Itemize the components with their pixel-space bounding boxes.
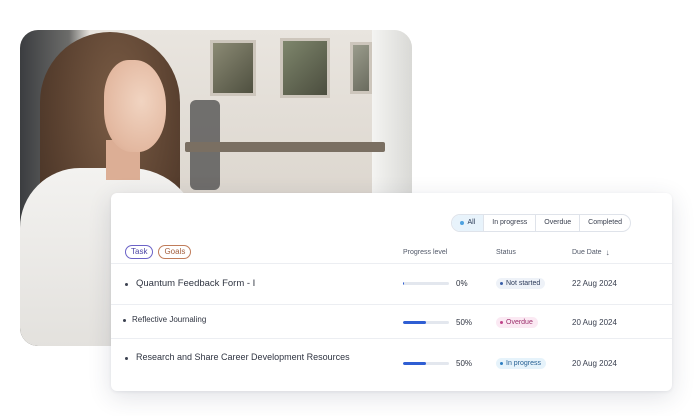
task-chip[interactable]: Task [125,245,154,259]
progress-bar-fill [403,282,405,285]
status-badge: Not started [496,278,546,289]
status-filter-tabs: All In progress Overdue Completed [451,214,631,232]
table-row[interactable]: Quantum Feedback Form - I 0% Not started… [111,264,672,304]
filter-tab-in-progress[interactable]: In progress [483,215,535,231]
filter-tab-label: Completed [588,219,622,226]
row-title: Quantum Feedback Form - I [136,278,256,289]
dot-icon [460,221,465,225]
column-header-progress: Progress level [403,249,448,256]
status-badge: Overdue [496,317,538,328]
row-title: Reflective Journaling [132,315,207,324]
progress-bar-fill [403,321,426,324]
type-chips: Task Goals [125,245,192,259]
photo-frame [210,40,256,96]
bullet-icon [125,357,128,360]
filter-tab-label: All [467,219,476,226]
task-card: All In progress Overdue Completed Task G… [111,193,672,391]
column-header-label: Due Date [572,249,602,256]
dot-icon [500,282,503,285]
table-row[interactable]: Reflective Journaling 50% Overdue 20 Aug… [111,305,672,338]
column-header-due-date[interactable]: Due Date ↓ [572,248,610,257]
filter-tab-overdue[interactable]: Overdue [535,215,579,231]
progress-percent: 50% [456,359,473,368]
status-badge-label: Not started [506,280,541,287]
photo-person-face [104,60,166,152]
filter-tab-label: Overdue [544,219,572,226]
dot-icon [500,321,503,324]
photo-frame [280,38,330,98]
bullet-icon [123,319,126,322]
photo-table [185,142,385,152]
column-header-status: Status [496,249,516,256]
status-badge-label: Overdue [506,319,533,326]
goals-chip[interactable]: Goals [158,245,192,259]
table-row[interactable]: Research and Share Career Development Re… [111,339,672,379]
progress-bar-fill [403,362,426,365]
progress-bar [403,362,449,365]
arrow-down-icon: ↓ [605,248,610,257]
status-badge: In progress [496,358,547,369]
dot-icon [500,362,503,365]
due-date: 22 Aug 2024 [572,279,617,288]
photo-frame [350,42,372,94]
filter-tab-label: In progress [492,219,528,226]
bullet-icon [125,283,128,286]
progress-percent: 0% [456,279,468,288]
row-title: Research and Share Career Development Re… [136,352,350,362]
due-date: 20 Aug 2024 [572,318,617,327]
filter-tab-all[interactable]: All [452,215,484,231]
filter-tab-completed[interactable]: Completed [579,215,630,231]
progress-percent: 50% [456,318,473,327]
due-date: 20 Aug 2024 [572,359,617,368]
progress-bar [403,321,449,324]
progress-bar [403,282,449,285]
status-badge-label: In progress [506,360,542,367]
